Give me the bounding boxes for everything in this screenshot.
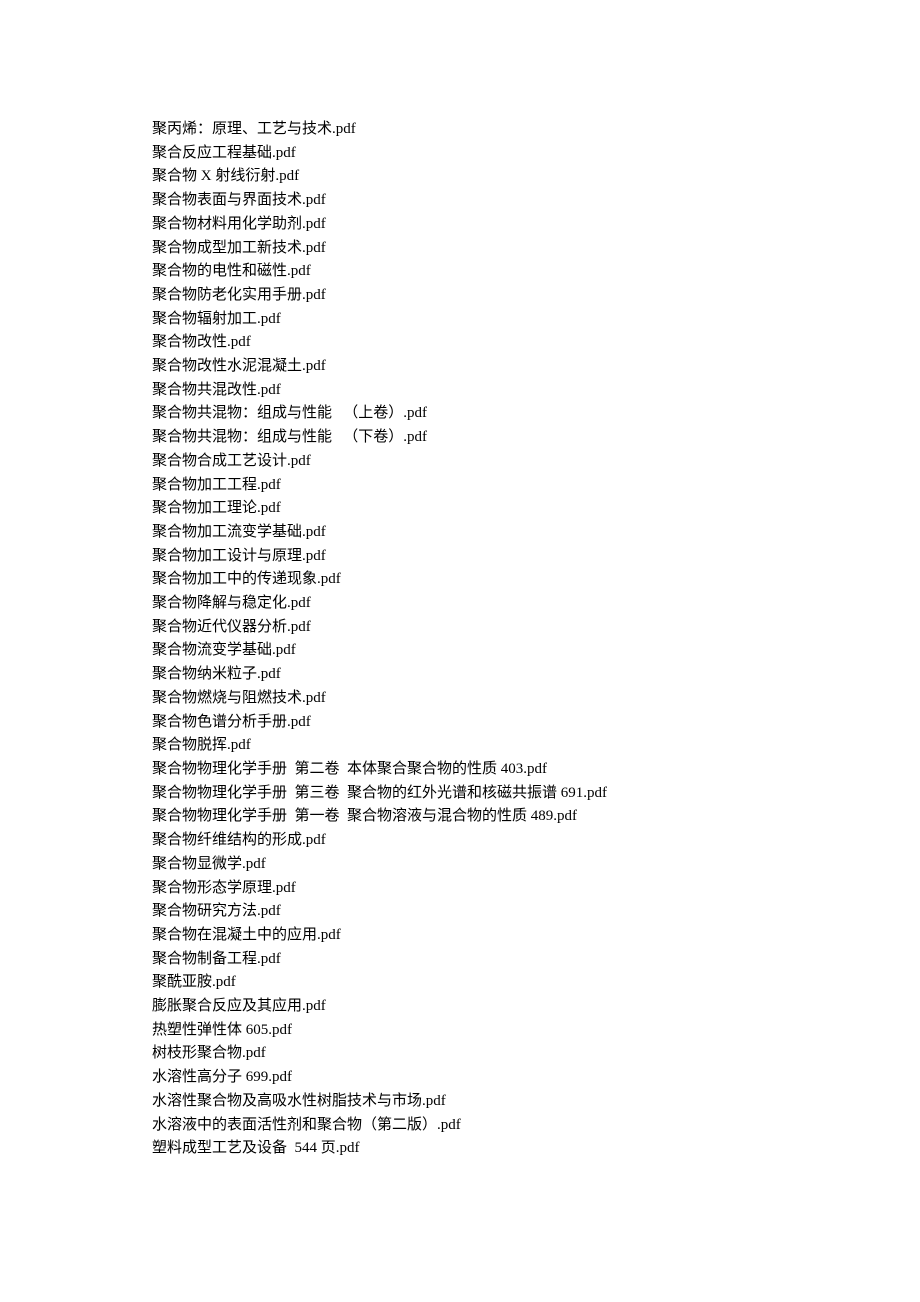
list-item: 树枝形聚合物.pdf [152,1042,920,1066]
list-item: 聚合物降解与稳定化.pdf [152,592,920,616]
list-item: 聚合物制备工程.pdf [152,948,920,972]
list-item: 聚合物研究方法.pdf [152,900,920,924]
list-item: 聚酰亚胺.pdf [152,971,920,995]
list-item: 热塑性弹性体 605.pdf [152,1019,920,1043]
file-list: 聚丙烯：原理、工艺与技术.pdf聚合反应工程基础.pdf聚合物 X 射线衍射.p… [152,118,920,1161]
list-item: 聚合物流变学基础.pdf [152,639,920,663]
list-item: 水溶性高分子 699.pdf [152,1066,920,1090]
list-item: 聚合物共混改性.pdf [152,379,920,403]
list-item: 聚合物成型加工新技术.pdf [152,237,920,261]
list-item: 聚合物加工中的传递现象.pdf [152,568,920,592]
document-page: 聚丙烯：原理、工艺与技术.pdf聚合反应工程基础.pdf聚合物 X 射线衍射.p… [0,0,920,1302]
list-item: 聚合物近代仪器分析.pdf [152,616,920,640]
list-item: 聚丙烯：原理、工艺与技术.pdf [152,118,920,142]
list-item: 聚合反应工程基础.pdf [152,142,920,166]
list-item: 聚合物 X 射线衍射.pdf [152,165,920,189]
list-item: 水溶性聚合物及高吸水性树脂技术与市场.pdf [152,1090,920,1114]
list-item: 聚合物物理化学手册 第一卷 聚合物溶液与混合物的性质 489.pdf [152,805,920,829]
list-item: 聚合物改性.pdf [152,331,920,355]
list-item: 聚合物物理化学手册 第三卷 聚合物的红外光谱和核磁共振谱 691.pdf [152,782,920,806]
list-item: 聚合物改性水泥混凝土.pdf [152,355,920,379]
list-item: 聚合物的电性和磁性.pdf [152,260,920,284]
list-item: 聚合物合成工艺设计.pdf [152,450,920,474]
list-item: 聚合物共混物：组成与性能 （上卷）.pdf [152,402,920,426]
list-item: 聚合物形态学原理.pdf [152,877,920,901]
list-item: 聚合物防老化实用手册.pdf [152,284,920,308]
list-item: 聚合物共混物：组成与性能 （下卷）.pdf [152,426,920,450]
list-item: 聚合物在混凝土中的应用.pdf [152,924,920,948]
list-item: 聚合物辐射加工.pdf [152,308,920,332]
list-item: 聚合物表面与界面技术.pdf [152,189,920,213]
list-item: 水溶液中的表面活性剂和聚合物（第二版）.pdf [152,1114,920,1138]
list-item: 聚合物加工流变学基础.pdf [152,521,920,545]
list-item: 聚合物燃烧与阻燃技术.pdf [152,687,920,711]
list-item: 聚合物显微学.pdf [152,853,920,877]
list-item: 聚合物材料用化学助剂.pdf [152,213,920,237]
list-item: 聚合物纳米粒子.pdf [152,663,920,687]
list-item: 聚合物色谱分析手册.pdf [152,711,920,735]
list-item: 聚合物加工工程.pdf [152,474,920,498]
list-item: 聚合物加工理论.pdf [152,497,920,521]
list-item: 聚合物物理化学手册 第二卷 本体聚合聚合物的性质 403.pdf [152,758,920,782]
list-item: 膨胀聚合反应及其应用.pdf [152,995,920,1019]
list-item: 聚合物纤维结构的形成.pdf [152,829,920,853]
list-item: 塑料成型工艺及设备 544 页.pdf [152,1137,920,1161]
list-item: 聚合物脱挥.pdf [152,734,920,758]
list-item: 聚合物加工设计与原理.pdf [152,545,920,569]
